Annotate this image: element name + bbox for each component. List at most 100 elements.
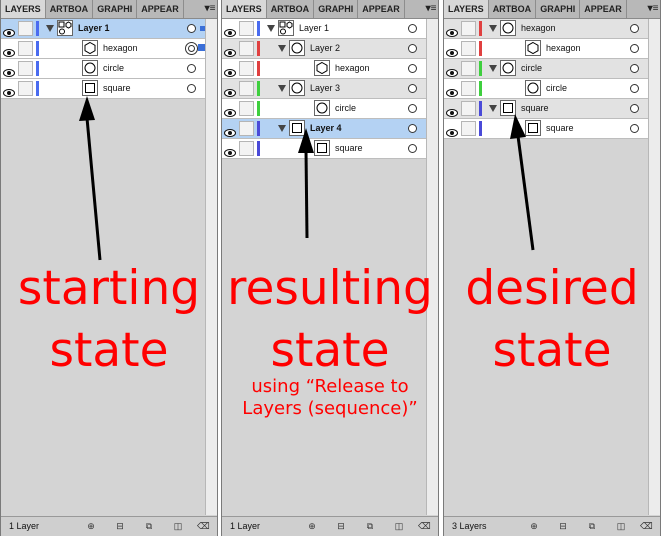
lock-toggle[interactable] <box>461 41 476 56</box>
panel-menu-icon[interactable]: ▾≡ <box>203 0 217 18</box>
lock-toggle[interactable] <box>239 101 254 116</box>
layer-row-circle[interactable]: circle <box>1 59 205 79</box>
expand-triangle-icon[interactable] <box>489 105 497 112</box>
make-clipping-mask-icon[interactable]: ⊟ <box>557 521 569 532</box>
tab-layers[interactable]: LAYERS <box>444 0 489 18</box>
lock-toggle[interactable] <box>461 61 476 76</box>
panel-menu-icon[interactable]: ▾≡ <box>646 0 660 18</box>
locate-object-icon[interactable]: ⊕ <box>306 521 318 532</box>
tab-appear[interactable]: APPEAR <box>358 0 405 18</box>
visibility-eye-icon[interactable] <box>224 84 236 97</box>
tab-artboa[interactable]: ARTBOA <box>267 0 315 18</box>
layer-row-layer-1[interactable]: Layer 1 <box>1 19 205 39</box>
lock-toggle[interactable] <box>239 21 254 36</box>
target-circle-icon[interactable] <box>408 124 417 133</box>
selection-square-icon[interactable] <box>198 44 205 51</box>
tab-artboa[interactable]: ARTBOA <box>489 0 537 18</box>
tab-layers[interactable]: LAYERS <box>222 0 267 18</box>
make-clipping-mask-icon[interactable]: ⊟ <box>335 521 347 532</box>
visibility-eye-icon[interactable] <box>446 84 458 97</box>
locate-object-icon[interactable]: ⊕ <box>528 521 540 532</box>
expand-triangle-icon[interactable] <box>267 25 275 32</box>
visibility-eye-icon[interactable] <box>446 124 458 137</box>
lock-toggle[interactable] <box>461 121 476 136</box>
visibility-eye-icon[interactable] <box>224 24 236 37</box>
locate-object-icon[interactable]: ⊕ <box>85 521 97 532</box>
target-circle-icon[interactable] <box>408 104 417 113</box>
lock-toggle[interactable] <box>239 41 254 56</box>
layer-row-hexagon[interactable]: hexagon <box>222 59 426 79</box>
visibility-eye-icon[interactable] <box>3 64 15 77</box>
target-circle-icon[interactable] <box>408 144 417 153</box>
layer-row-hexagon[interactable]: hexagon <box>1 39 205 59</box>
layer-row-layer-3[interactable]: Layer 3 <box>222 79 426 99</box>
lock-toggle[interactable] <box>18 81 33 96</box>
trash-icon[interactable]: ⌫ <box>418 521 431 532</box>
target-circle-icon[interactable] <box>185 42 198 55</box>
expand-triangle-icon[interactable] <box>489 65 497 72</box>
visibility-eye-icon[interactable] <box>446 104 458 117</box>
target-circle-icon[interactable] <box>187 24 196 33</box>
tab-graphi[interactable]: GRAPHI <box>536 0 581 18</box>
panel-menu-icon[interactable]: ▾≡ <box>424 0 438 18</box>
lock-toggle[interactable] <box>18 61 33 76</box>
tab-artboa[interactable]: ARTBOA <box>46 0 94 18</box>
target-circle-icon[interactable] <box>630 124 639 133</box>
tab-graphi[interactable]: GRAPHI <box>314 0 359 18</box>
tab-appear[interactable]: APPEAR <box>137 0 184 18</box>
expand-triangle-icon[interactable] <box>489 25 497 32</box>
lock-toggle[interactable] <box>239 121 254 136</box>
lock-toggle[interactable] <box>461 81 476 96</box>
new-layer-icon[interactable]: ◫ <box>172 521 184 532</box>
trash-icon[interactable]: ⌫ <box>197 521 210 532</box>
layer-row-hexagon[interactable]: hexagon <box>444 39 648 59</box>
visibility-eye-icon[interactable] <box>224 144 236 157</box>
new-layer-icon[interactable]: ◫ <box>393 521 405 532</box>
lock-toggle[interactable] <box>461 101 476 116</box>
target-circle-icon[interactable] <box>630 104 639 113</box>
lock-toggle[interactable] <box>18 21 33 36</box>
expand-triangle-icon[interactable] <box>278 45 286 52</box>
target-circle-icon[interactable] <box>630 44 639 53</box>
target-circle-icon[interactable] <box>630 64 639 73</box>
target-circle-icon[interactable] <box>408 44 417 53</box>
new-sublayer-icon[interactable]: ⧉ <box>586 521 598 532</box>
layer-row-circle[interactable]: circle <box>444 59 648 79</box>
visibility-eye-icon[interactable] <box>224 44 236 57</box>
new-sublayer-icon[interactable]: ⧉ <box>364 521 376 532</box>
lock-toggle[interactable] <box>239 81 254 96</box>
target-circle-icon[interactable] <box>408 64 417 73</box>
visibility-eye-icon[interactable] <box>224 124 236 137</box>
target-circle-icon[interactable] <box>408 24 417 33</box>
visibility-eye-icon[interactable] <box>3 24 15 37</box>
layer-row-layer-4[interactable]: Layer 4 <box>222 119 426 139</box>
visibility-eye-icon[interactable] <box>224 64 236 77</box>
layer-row-circle[interactable]: circle <box>444 79 648 99</box>
layer-row-layer-1[interactable]: Layer 1 <box>222 19 426 39</box>
target-circle-icon[interactable] <box>187 64 196 73</box>
target-circle-icon[interactable] <box>630 24 639 33</box>
layer-row-hexagon[interactable]: hexagon <box>444 19 648 39</box>
lock-toggle[interactable] <box>18 41 33 56</box>
visibility-eye-icon[interactable] <box>446 64 458 77</box>
visibility-eye-icon[interactable] <box>446 44 458 57</box>
layer-row-layer-2[interactable]: Layer 2 <box>222 39 426 59</box>
tab-graphi[interactable]: GRAPHI <box>93 0 138 18</box>
layer-row-square[interactable]: square <box>1 79 205 99</box>
visibility-eye-icon[interactable] <box>224 104 236 117</box>
target-circle-icon[interactable] <box>187 84 196 93</box>
layer-row-circle[interactable]: circle <box>222 99 426 119</box>
target-circle-icon[interactable] <box>408 84 417 93</box>
target-circle-icon[interactable] <box>630 84 639 93</box>
lock-toggle[interactable] <box>239 61 254 76</box>
make-clipping-mask-icon[interactable]: ⊟ <box>114 521 126 532</box>
layer-row-square[interactable]: square <box>222 139 426 159</box>
new-layer-icon[interactable]: ◫ <box>615 521 627 532</box>
layer-row-square[interactable]: square <box>444 119 648 139</box>
lock-toggle[interactable] <box>461 21 476 36</box>
expand-triangle-icon[interactable] <box>278 125 286 132</box>
visibility-eye-icon[interactable] <box>3 84 15 97</box>
expand-triangle-icon[interactable] <box>278 85 286 92</box>
expand-triangle-icon[interactable] <box>46 25 54 32</box>
visibility-eye-icon[interactable] <box>446 24 458 37</box>
